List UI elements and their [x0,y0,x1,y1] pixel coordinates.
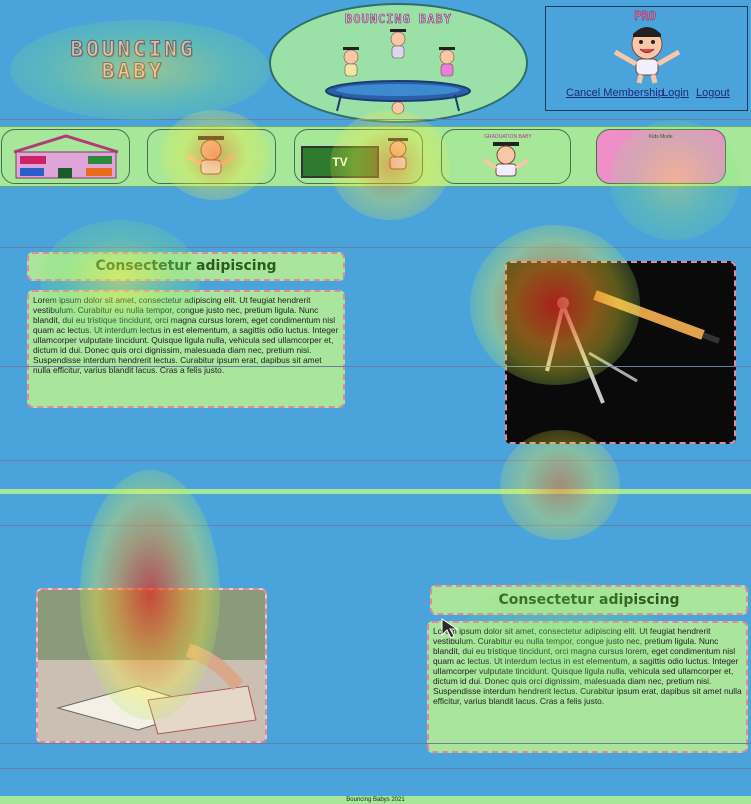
compass-pencil-image [507,263,734,442]
section-divider-1 [0,247,751,248]
section-2-title-box: Consectetur adipiscing [430,585,748,615]
kids-mode-label: Kids Mode [649,134,673,140]
cancel-membership-link[interactable]: Cancel Membership [566,87,664,99]
login-link[interactable]: Login [662,87,689,99]
section-1-title: Consectetur adipiscing [95,258,277,274]
baby-watching-icon [388,138,408,170]
open-book-image [38,590,265,741]
section-divider-4 [0,743,751,744]
graduate-baby-icon [186,136,236,175]
nav-kids-mode-tile[interactable]: Kids Mode [596,129,726,184]
logo-line-2: BABY [101,59,165,83]
section-1-body: Lorem ipsum dolor sit amet, consectetur … [27,290,345,408]
section-divider-2 [0,460,751,461]
nav-home-tile[interactable] [1,129,130,184]
logo-line-1: BOUNCING [70,37,196,61]
trampoline-babies-illustration [325,29,471,115]
mouse-cursor-icon [441,618,459,639]
header-divider [0,119,751,120]
graduation-baby-icon [482,142,530,177]
section-1-title-box: Consectetur adipiscing [27,252,345,281]
header-banner-oval: BOUNCING BABY [269,3,528,123]
pro-label: PRO [634,9,656,23]
house-icon [13,134,119,179]
section-2-body: Lorem ipsum dolor sit amet, consectetur … [427,621,748,753]
tv-label: TV [332,155,348,169]
pro-baby-mascot-icon [613,27,681,84]
section-1-guide-line [0,366,751,367]
footer-text: Bouncing Babys 2021 [346,797,405,803]
book-photo [36,588,267,743]
logout-link[interactable]: Logout [696,87,730,99]
footer: Bouncing Babys 2021 [0,796,751,804]
tv-icon: TV [301,146,379,178]
compass-photo [505,261,736,444]
nav-tv-tile[interactable]: TV [294,129,423,184]
nav-graduation-tile[interactable]: GRADUATION BABY [441,129,571,184]
heat-spot-mid-right [500,430,620,540]
section-separator-bar [0,489,751,494]
site-logo[interactable]: BOUNCING BABY [18,37,248,83]
section-divider-5 [0,768,751,769]
section-divider-3 [0,525,751,526]
nav-graduate-baby-tile[interactable] [147,129,276,184]
section-2-title: Consectetur adipiscing [498,592,680,608]
